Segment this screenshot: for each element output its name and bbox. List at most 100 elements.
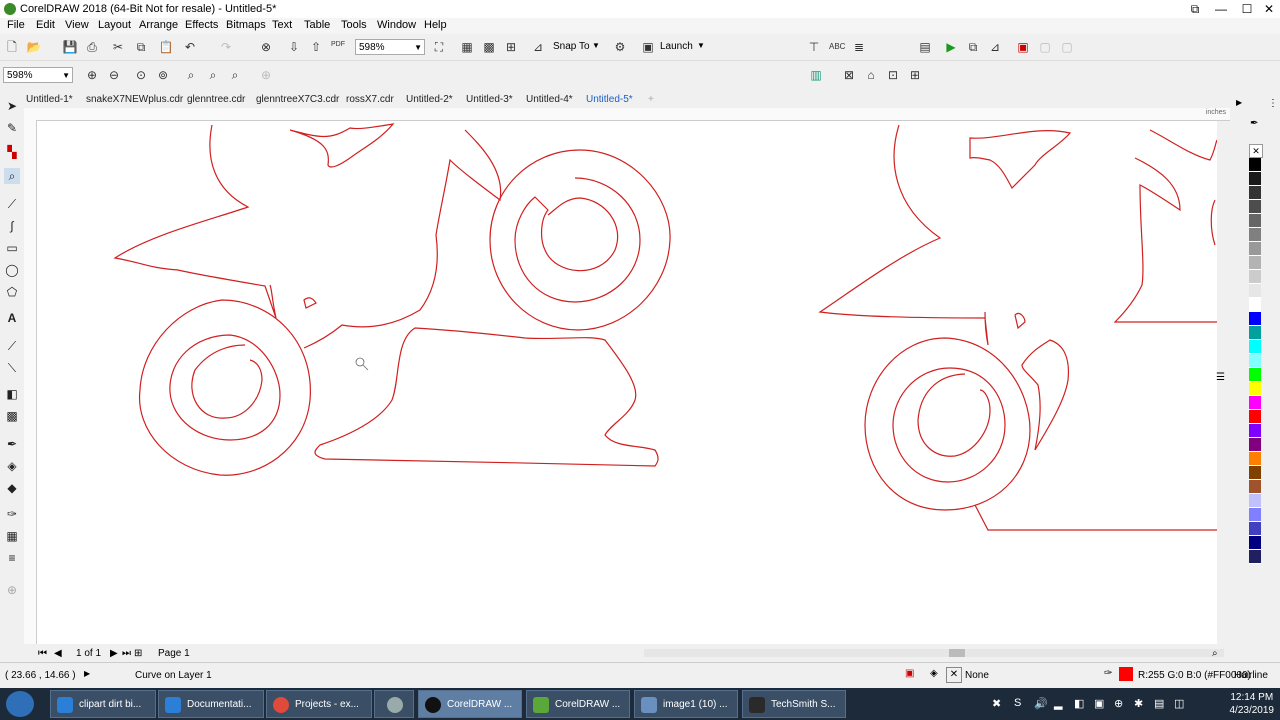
menu-window[interactable]: Window <box>377 19 416 31</box>
taskbar-item-ie-clipart[interactable]: clipart dirt bi... <box>50 690 156 718</box>
menu-file[interactable]: File <box>7 19 25 31</box>
zoom-width-icon[interactable]: ⌕ <box>205 67 221 83</box>
new-tab-icon[interactable]: + <box>648 94 654 105</box>
align-distribute-icon[interactable]: ≡ <box>4 550 20 566</box>
color-swatch[interactable] <box>1249 200 1261 214</box>
text-tool-icon[interactable]: A <box>4 310 20 326</box>
color-swatch[interactable] <box>1249 438 1261 452</box>
color-swatch[interactable] <box>1249 340 1261 354</box>
menu-view[interactable]: View <box>65 19 89 31</box>
show-guidelines-icon[interactable]: ⊞ <box>503 39 519 55</box>
menu-arrange[interactable]: Arrange <box>139 19 178 31</box>
crop-tool-icon[interactable]: ▚ <box>4 144 20 160</box>
export-icon[interactable]: ⇧ <box>308 39 324 55</box>
drawing-canvas[interactable] <box>37 121 1217 644</box>
open-icon[interactable]: 📂 <box>26 39 42 55</box>
gear-icon[interactable]: ⚙ <box>612 39 628 55</box>
tray-icon-6[interactable]: ◫ <box>1174 697 1184 710</box>
docker-menu-icon[interactable]: ☰ <box>1216 372 1225 383</box>
wireframe-icon[interactable]: ▥ <box>808 67 824 83</box>
scrollbar-thumb[interactable] <box>949 649 965 657</box>
zoom-navigator-icon[interactable]: ⌕ <box>1212 648 1218 659</box>
show-rulers-icon[interactable]: ▦ <box>459 39 475 55</box>
tray-icon-4[interactable]: ⊕ <box>1114 697 1123 710</box>
launch-icon[interactable]: ▣ <box>640 39 656 55</box>
color-swatch[interactable] <box>1249 368 1261 382</box>
menu-effects[interactable]: Effects <box>185 19 218 31</box>
zoom-in-icon[interactable]: ⊕ <box>84 67 100 83</box>
artistic-media-icon[interactable]: ∫ <box>4 218 20 234</box>
pick-tool-icon[interactable]: ➤ <box>4 98 20 114</box>
menu-text[interactable]: Text <box>272 19 292 31</box>
macro-manager-icon[interactable]: ⧉ <box>965 39 981 55</box>
menu-table[interactable]: Table <box>304 19 330 31</box>
launch-label[interactable]: Launch <box>660 41 693 52</box>
zoom-height-icon[interactable]: ⌕ <box>227 67 243 83</box>
taskbar-item-techsmith[interactable]: TechSmith S... <box>742 690 846 718</box>
tab-untitled-2[interactable]: Untitled-2* <box>406 94 453 105</box>
zoom-selected-icon[interactable]: ⊙ <box>133 67 149 83</box>
pause-macro-icon[interactable]: ▢ <box>1037 39 1053 55</box>
freehand-tool-icon[interactable]: ⟋ <box>4 196 20 212</box>
ellipse-tool-icon[interactable]: ◯ <box>4 262 20 278</box>
menu-tools[interactable]: Tools <box>341 19 367 31</box>
color-swatch[interactable] <box>1249 424 1261 438</box>
outline-pen-icon[interactable]: ✑ <box>1104 668 1112 679</box>
redo-icon[interactable]: ↷ <box>218 39 234 55</box>
spell-check-icon[interactable]: ABC <box>829 39 845 55</box>
drop-shadow-icon[interactable]: ◧ <box>4 386 20 402</box>
color-swatch[interactable] <box>1249 270 1261 284</box>
bluetooth-icon[interactable]: ✱ <box>1134 697 1143 710</box>
taskbar-item-coreldraw-2[interactable]: CorelDRAW ... <box>526 690 630 718</box>
tab-glenntree-x7c3[interactable]: glenntreeX7C3.cdr <box>256 94 339 105</box>
eyedropper-icon[interactable]: ✒ <box>4 436 20 452</box>
chevron-down-icon[interactable]: ▼ <box>592 41 600 50</box>
tab-untitled-4[interactable]: Untitled-4* <box>526 94 573 105</box>
tab-ross[interactable]: rossX7.cdr <box>346 94 394 105</box>
outline-pen-icon[interactable]: ✑ <box>4 506 20 522</box>
copy-icon[interactable]: ⧉ <box>133 39 149 55</box>
no-color-swatch[interactable]: ✕ <box>1249 144 1263 158</box>
zoom-combo[interactable]: 598% ▼ <box>3 67 73 83</box>
tab-untitled-3[interactable]: Untitled-3* <box>466 94 513 105</box>
record-macro-icon[interactable]: ▣ <box>1015 39 1031 55</box>
first-page-icon[interactable]: ⏮ <box>38 648 47 659</box>
taskbar-item-app[interactable] <box>374 690 414 718</box>
minimize-button[interactable]: — <box>1208 0 1234 18</box>
show-grid-icon[interactable]: ▩ <box>481 39 497 55</box>
menu-edit[interactable]: Edit <box>36 19 55 31</box>
taskbar-item-image-viewer[interactable]: image1 (10) ... <box>634 690 738 718</box>
color-swatch[interactable] <box>1249 480 1261 494</box>
interactive-fill-icon[interactable]: ◈ <box>4 458 20 474</box>
color-swatch[interactable] <box>1249 466 1261 480</box>
color-swatch[interactable] <box>1249 298 1261 312</box>
color-swatch[interactable] <box>1249 452 1261 466</box>
color-swatch[interactable] <box>1249 158 1261 172</box>
print-icon[interactable]: ⎙ <box>84 39 100 55</box>
color-swatch[interactable] <box>1249 186 1261 200</box>
smart-fill-icon[interactable]: ◆ <box>4 480 20 496</box>
horizontal-ruler[interactable]: inches <box>24 108 1230 121</box>
parallel-dimension-icon[interactable]: ⟋ <box>4 338 20 354</box>
color-swatch[interactable] <box>1249 382 1261 396</box>
publish-pdf-icon[interactable]: PDF <box>330 37 346 53</box>
vertical-ruler[interactable] <box>24 120 37 644</box>
eyedropper-small-icon[interactable]: ✒ <box>1250 118 1258 129</box>
color-swatch[interactable] <box>1249 172 1261 186</box>
color-swatch[interactable] <box>1249 494 1261 508</box>
restore-down-small-icon[interactable]: ⧉ <box>1182 0 1208 18</box>
color-swatch[interactable] <box>1249 550 1261 564</box>
page-view-icon[interactable]: ▤ <box>917 39 933 55</box>
play-icon[interactable]: ▶ <box>84 669 90 678</box>
tab-untitled-1[interactable]: Untitled-1* <box>26 94 73 105</box>
object-properties-icon[interactable]: ⊡ <box>885 67 901 83</box>
color-swatch[interactable] <box>1249 242 1261 256</box>
connector-tool-icon[interactable]: ⟍ <box>4 360 20 376</box>
zoom-all-objects-icon[interactable]: ⊚ <box>155 67 171 83</box>
tab-scroll-right-icon[interactable]: ▶ <box>1236 98 1242 107</box>
script-icon[interactable]: ⊿ <box>987 39 1003 55</box>
menu-layout[interactable]: Layout <box>98 19 131 31</box>
color-swatch[interactable] <box>1249 214 1261 228</box>
tray-icon-5[interactable]: ▤ <box>1154 697 1164 710</box>
start-button[interactable] <box>6 691 34 717</box>
